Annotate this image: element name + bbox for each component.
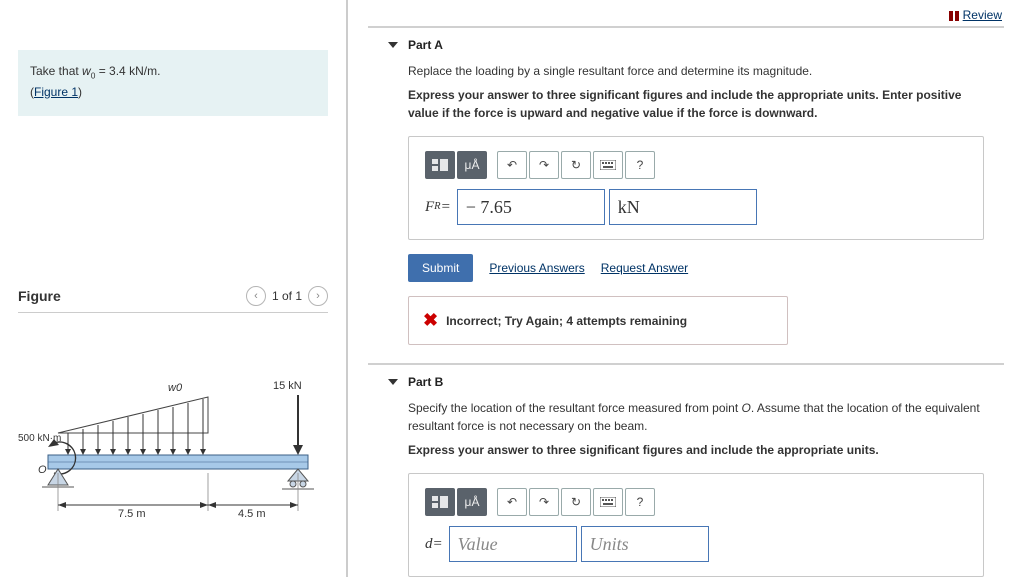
part-a-instructions: Express your answer to three significant… xyxy=(408,86,984,122)
templates-button[interactable] xyxy=(425,151,455,179)
caret-down-icon xyxy=(388,42,398,48)
part-b-header[interactable]: Part B xyxy=(368,365,1004,399)
undo-button[interactable]: ↶ xyxy=(497,488,527,516)
figure-link[interactable]: Figure 1 xyxy=(34,85,78,99)
origin-o: O xyxy=(38,464,47,476)
help-button[interactable]: ? xyxy=(625,488,655,516)
w0-label: w0 xyxy=(168,382,183,394)
figure-heading: Figure xyxy=(18,288,61,304)
incorrect-icon: ✖ xyxy=(423,307,438,334)
units-menu-button[interactable]: μÅ xyxy=(457,488,487,516)
answer-toolbar: μÅ ↶ ↷ ↻ ? xyxy=(425,151,967,179)
reset-button[interactable]: ↻ xyxy=(561,151,591,179)
span-left-label: 7.5 m xyxy=(118,508,146,520)
part-b-variable: d = xyxy=(425,526,449,562)
part-a-prompt: Replace the loading by a single resultan… xyxy=(408,62,984,80)
part-a-answer-box: μÅ ↶ ↷ ↻ ? FR = − 7.65 kN xyxy=(408,136,984,240)
part-a-variable: FR = xyxy=(425,189,457,225)
point-load-label: 15 kN xyxy=(273,380,302,392)
caret-down-icon xyxy=(388,379,398,385)
templates-button[interactable] xyxy=(425,488,455,516)
help-button[interactable]: ? xyxy=(625,151,655,179)
span-right-label: 4.5 m xyxy=(238,508,266,520)
figure-pager: ‹ 1 of 1 › xyxy=(246,286,328,306)
feedback-text: Incorrect; Try Again; 4 attempts remaini… xyxy=(446,312,687,330)
previous-answers-link[interactable]: Previous Answers xyxy=(489,259,584,277)
part-b-answer-box: μÅ ↶ ↷ ↻ ? d = Value Units xyxy=(408,473,984,577)
review-link[interactable]: Review xyxy=(949,8,1002,22)
part-a-title: Part A xyxy=(408,38,443,52)
redo-button[interactable]: ↷ xyxy=(529,151,559,179)
part-a-units-input[interactable]: kN xyxy=(609,189,757,225)
part-b-instructions: Express your answer to three significant… xyxy=(408,441,984,459)
part-a-header[interactable]: Part A xyxy=(368,28,1004,62)
figure-diagram: w0 15 kN 500 kN·m O xyxy=(18,365,328,538)
part-b-value-input[interactable]: Value xyxy=(449,526,577,562)
review-icon xyxy=(949,10,959,20)
undo-button[interactable]: ↶ xyxy=(497,151,527,179)
part-a-feedback: ✖ Incorrect; Try Again; 4 attempts remai… xyxy=(408,296,788,345)
reset-button[interactable]: ↻ xyxy=(561,488,591,516)
part-b: Part B Specify the location of the resul… xyxy=(368,363,1004,577)
part-b-prompt: Specify the location of the resultant fo… xyxy=(408,399,984,435)
problem-statement: Take that w0 = 3.4 kN/m. (Figure 1) xyxy=(18,50,328,116)
pager-prev-button[interactable]: ‹ xyxy=(246,286,266,306)
answer-toolbar-b: μÅ ↶ ↷ ↻ ? xyxy=(425,488,967,516)
part-a-value-input[interactable]: − 7.65 xyxy=(457,189,605,225)
part-b-units-input[interactable]: Units xyxy=(581,526,709,562)
moment-label: 500 kN·m xyxy=(18,433,61,444)
submit-button[interactable]: Submit xyxy=(408,254,473,282)
keyboard-button[interactable] xyxy=(593,488,623,516)
pager-next-button[interactable]: › xyxy=(308,286,328,306)
keyboard-button[interactable] xyxy=(593,151,623,179)
redo-button[interactable]: ↷ xyxy=(529,488,559,516)
pager-status: 1 of 1 xyxy=(272,289,302,303)
part-a: Part A Replace the loading by a single r… xyxy=(368,26,1004,345)
given-text: Take that w0 = 3.4 kN/m. xyxy=(30,62,316,83)
request-answer-link[interactable]: Request Answer xyxy=(601,259,688,277)
part-b-title: Part B xyxy=(408,375,443,389)
units-menu-button[interactable]: μÅ xyxy=(457,151,487,179)
